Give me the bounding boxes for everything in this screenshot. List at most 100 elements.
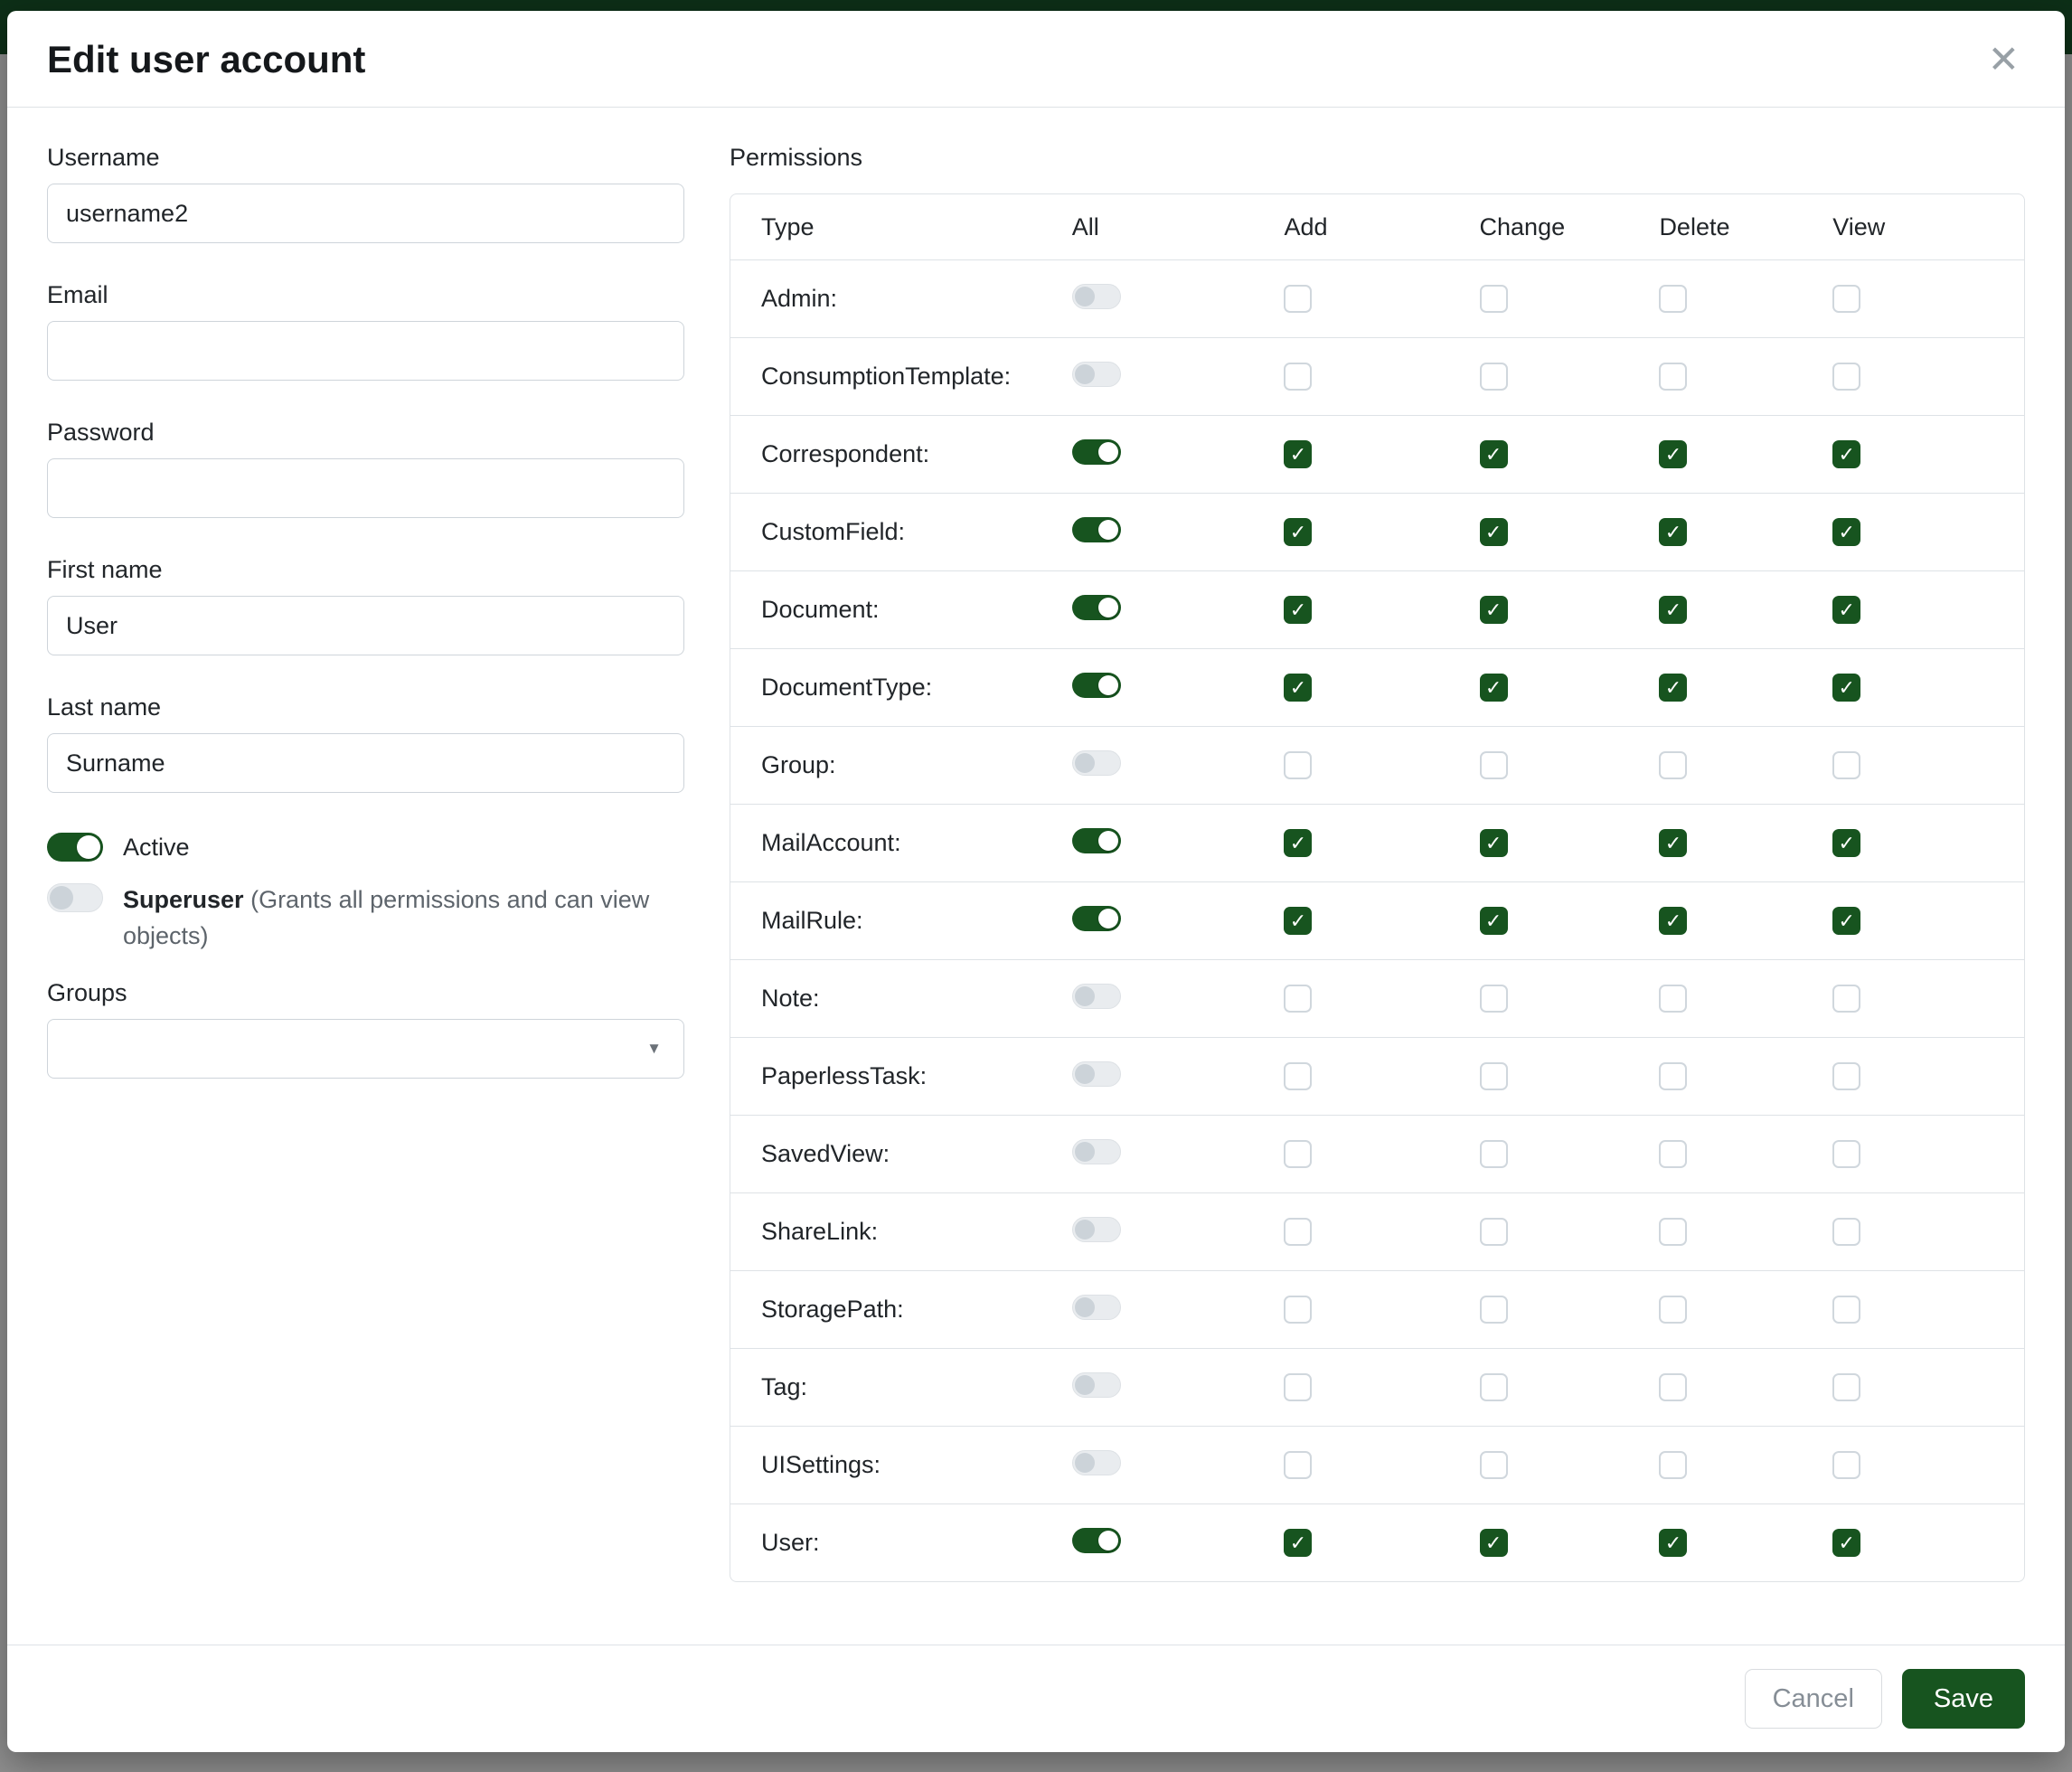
permission-change-checkbox[interactable]: ✓ bbox=[1480, 596, 1508, 624]
permission-add-checkbox[interactable]: ✓ bbox=[1284, 674, 1312, 702]
permission-all-toggle[interactable] bbox=[1072, 439, 1121, 465]
permission-add-checkbox[interactable] bbox=[1284, 363, 1312, 391]
permission-view-checkbox[interactable] bbox=[1832, 285, 1860, 313]
permission-change-checkbox[interactable] bbox=[1480, 1373, 1508, 1401]
permission-delete-checkbox[interactable]: ✓ bbox=[1659, 1529, 1687, 1557]
permission-change-checkbox[interactable]: ✓ bbox=[1480, 907, 1508, 935]
permission-all-toggle[interactable] bbox=[1072, 284, 1121, 309]
table-row: UISettings: bbox=[730, 1426, 2024, 1503]
username-field[interactable] bbox=[47, 184, 684, 243]
toggle-knob bbox=[77, 835, 100, 859]
permission-add-checkbox[interactable] bbox=[1284, 1373, 1312, 1401]
permission-add-checkbox[interactable]: ✓ bbox=[1284, 596, 1312, 624]
close-icon[interactable]: ✕ bbox=[1983, 41, 2025, 79]
permission-add-checkbox[interactable] bbox=[1284, 1218, 1312, 1246]
permission-add-checkbox[interactable] bbox=[1284, 985, 1312, 1013]
permission-delete-checkbox[interactable]: ✓ bbox=[1659, 596, 1687, 624]
permission-add-checkbox[interactable] bbox=[1284, 751, 1312, 779]
password-field[interactable] bbox=[47, 458, 684, 518]
permission-change-checkbox[interactable] bbox=[1480, 985, 1508, 1013]
permission-delete-checkbox[interactable] bbox=[1659, 1140, 1687, 1168]
permission-add-checkbox[interactable] bbox=[1284, 1296, 1312, 1324]
permission-delete-checkbox[interactable] bbox=[1659, 1451, 1687, 1479]
permission-add-checkbox[interactable] bbox=[1284, 285, 1312, 313]
permission-all-toggle[interactable] bbox=[1072, 1295, 1121, 1320]
permission-delete-checkbox[interactable]: ✓ bbox=[1659, 518, 1687, 546]
permission-all-toggle[interactable] bbox=[1072, 362, 1121, 387]
permission-all-toggle[interactable] bbox=[1072, 1372, 1121, 1398]
permission-delete-checkbox[interactable] bbox=[1659, 1062, 1687, 1090]
permission-change-checkbox[interactable] bbox=[1480, 1296, 1508, 1324]
permissions-panel: Permissions Type All Add Change Delete V… bbox=[730, 144, 2025, 1645]
permission-view-checkbox[interactable]: ✓ bbox=[1832, 674, 1860, 702]
permission-all-toggle[interactable] bbox=[1072, 673, 1121, 698]
toggle-knob bbox=[1075, 1142, 1095, 1162]
permission-delete-checkbox[interactable]: ✓ bbox=[1659, 907, 1687, 935]
permission-delete-checkbox[interactable] bbox=[1659, 1218, 1687, 1246]
permission-delete-checkbox[interactable]: ✓ bbox=[1659, 829, 1687, 857]
permission-delete-checkbox[interactable] bbox=[1659, 1373, 1687, 1401]
permission-all-toggle[interactable] bbox=[1072, 1139, 1121, 1164]
permission-view-checkbox[interactable]: ✓ bbox=[1832, 440, 1860, 468]
permission-view-checkbox[interactable] bbox=[1832, 1218, 1860, 1246]
permission-add-checkbox[interactable]: ✓ bbox=[1284, 907, 1312, 935]
permission-all-toggle[interactable] bbox=[1072, 1528, 1121, 1553]
permission-all-toggle[interactable] bbox=[1072, 1217, 1121, 1242]
permission-all-toggle[interactable] bbox=[1072, 1450, 1121, 1475]
permission-delete-checkbox[interactable] bbox=[1659, 751, 1687, 779]
permission-view-checkbox[interactable] bbox=[1832, 363, 1860, 391]
permission-view-checkbox[interactable] bbox=[1832, 1062, 1860, 1090]
superuser-toggle[interactable] bbox=[47, 883, 103, 912]
email-field[interactable] bbox=[47, 321, 684, 381]
permission-view-checkbox[interactable]: ✓ bbox=[1832, 907, 1860, 935]
permission-change-checkbox[interactable]: ✓ bbox=[1480, 674, 1508, 702]
active-toggle[interactable] bbox=[47, 833, 103, 862]
permission-view-checkbox[interactable] bbox=[1832, 985, 1860, 1013]
permission-add-checkbox[interactable] bbox=[1284, 1140, 1312, 1168]
permission-add-checkbox[interactable] bbox=[1284, 1062, 1312, 1090]
permission-delete-checkbox[interactable]: ✓ bbox=[1659, 674, 1687, 702]
permission-delete-checkbox[interactable] bbox=[1659, 285, 1687, 313]
save-button[interactable]: Save bbox=[1902, 1669, 2025, 1729]
permission-view-checkbox[interactable]: ✓ bbox=[1832, 518, 1860, 546]
permission-all-toggle[interactable] bbox=[1072, 828, 1121, 853]
permission-delete-checkbox[interactable] bbox=[1659, 985, 1687, 1013]
permission-all-toggle[interactable] bbox=[1072, 1061, 1121, 1087]
permission-change-checkbox[interactable] bbox=[1480, 751, 1508, 779]
permission-change-checkbox[interactable]: ✓ bbox=[1480, 518, 1508, 546]
first-name-field[interactable] bbox=[47, 596, 684, 655]
permission-change-checkbox[interactable]: ✓ bbox=[1480, 829, 1508, 857]
permission-view-checkbox[interactable] bbox=[1832, 1373, 1860, 1401]
permission-change-checkbox[interactable] bbox=[1480, 285, 1508, 313]
cancel-button[interactable]: Cancel bbox=[1745, 1669, 1882, 1729]
permission-all-toggle[interactable] bbox=[1072, 750, 1121, 776]
permission-change-checkbox[interactable] bbox=[1480, 1140, 1508, 1168]
permission-view-checkbox[interactable] bbox=[1832, 751, 1860, 779]
permission-change-checkbox[interactable] bbox=[1480, 363, 1508, 391]
permission-delete-checkbox[interactable] bbox=[1659, 363, 1687, 391]
permission-view-checkbox[interactable] bbox=[1832, 1451, 1860, 1479]
permission-add-checkbox[interactable]: ✓ bbox=[1284, 829, 1312, 857]
permission-delete-checkbox[interactable] bbox=[1659, 1296, 1687, 1324]
permission-change-checkbox[interactable] bbox=[1480, 1218, 1508, 1246]
permission-add-checkbox[interactable]: ✓ bbox=[1284, 440, 1312, 468]
permission-add-checkbox[interactable] bbox=[1284, 1451, 1312, 1479]
permission-view-checkbox[interactable]: ✓ bbox=[1832, 1529, 1860, 1557]
permission-add-checkbox[interactable]: ✓ bbox=[1284, 1529, 1312, 1557]
permission-add-checkbox[interactable]: ✓ bbox=[1284, 518, 1312, 546]
permission-change-checkbox[interactable] bbox=[1480, 1062, 1508, 1090]
permission-delete-checkbox[interactable]: ✓ bbox=[1659, 440, 1687, 468]
permission-all-toggle[interactable] bbox=[1072, 595, 1121, 620]
permission-all-toggle[interactable] bbox=[1072, 984, 1121, 1009]
permission-change-checkbox[interactable]: ✓ bbox=[1480, 440, 1508, 468]
permission-change-checkbox[interactable] bbox=[1480, 1451, 1508, 1479]
permission-view-checkbox[interactable] bbox=[1832, 1140, 1860, 1168]
permission-view-checkbox[interactable]: ✓ bbox=[1832, 829, 1860, 857]
permission-view-checkbox[interactable] bbox=[1832, 1296, 1860, 1324]
permission-all-toggle[interactable] bbox=[1072, 517, 1121, 542]
permission-change-checkbox[interactable]: ✓ bbox=[1480, 1529, 1508, 1557]
groups-select[interactable]: ▼ bbox=[47, 1019, 684, 1079]
permission-all-toggle[interactable] bbox=[1072, 906, 1121, 931]
permission-view-checkbox[interactable]: ✓ bbox=[1832, 596, 1860, 624]
last-name-field[interactable] bbox=[47, 733, 684, 793]
